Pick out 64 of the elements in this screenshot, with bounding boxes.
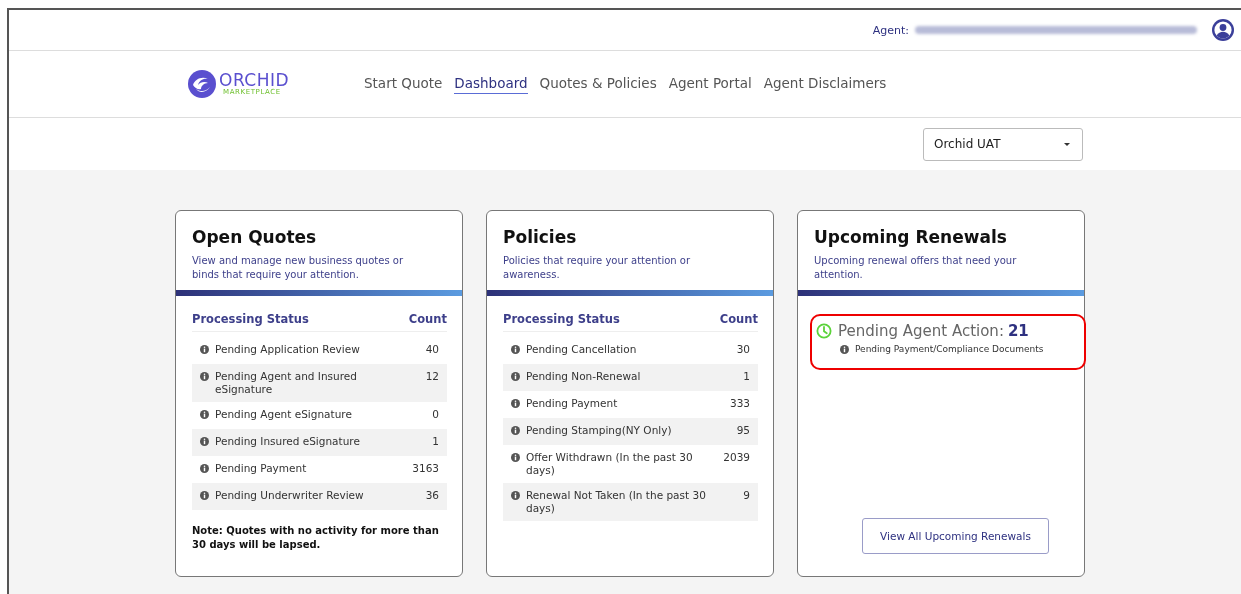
status-count: 12 xyxy=(424,370,439,383)
caret-icon xyxy=(1064,142,1070,146)
info-icon xyxy=(511,491,520,500)
status-count: 3163 xyxy=(411,462,439,475)
info-icon xyxy=(200,372,209,381)
view-all-button[interactable]: View All Upcoming Renewals xyxy=(862,518,1049,554)
status-count: 1 xyxy=(431,435,439,448)
info-icon xyxy=(840,344,849,354)
user-icon[interactable] xyxy=(1211,18,1235,42)
environment-select[interactable]: Orchid UAT xyxy=(923,127,1083,161)
info-icon xyxy=(511,399,520,408)
action-label: Pending Agent Action: xyxy=(838,322,1004,340)
nav-link[interactable]: Quotes & Policies xyxy=(539,74,657,94)
action-count: 21 xyxy=(1007,322,1029,340)
status-count: 40 xyxy=(424,343,439,356)
info-icon xyxy=(200,491,209,500)
note-text: Note: Quotes with no activity for more than 30 days will be lapsed. xyxy=(192,524,440,552)
card-title: Upcoming Renewals xyxy=(814,227,1008,247)
status-label: Pending Non-Renewal xyxy=(526,370,642,383)
status-label: Renewal Not Taken (In the past 30 days) xyxy=(526,489,707,515)
info-icon xyxy=(511,426,520,435)
card-description: Policies that require your attention or awareness. xyxy=(503,254,692,282)
status-count: 333 xyxy=(728,397,750,410)
status-count: 95 xyxy=(735,424,750,437)
info-icon xyxy=(200,345,209,354)
status-count: 30 xyxy=(735,343,750,356)
status-count: 1 xyxy=(742,370,750,383)
nav-link[interactable]: Agent Disclaimers xyxy=(763,74,887,94)
info-icon xyxy=(511,453,520,462)
column-header: Processing Status xyxy=(192,312,309,326)
info-icon xyxy=(200,464,209,473)
status-label: Pending Agent and Insured eSignature xyxy=(215,370,358,396)
status-label: Pending Payment xyxy=(215,462,308,475)
card-description: Upcoming renewal offers that need your attention. xyxy=(814,254,1018,282)
agent-label: Agent: xyxy=(872,23,909,37)
status-label: Pending Agent eSignature xyxy=(215,408,353,421)
info-icon xyxy=(511,345,520,354)
nav-link[interactable]: Agent Portal xyxy=(668,74,752,94)
status-count: 9 xyxy=(742,489,750,502)
orchid-logo-icon xyxy=(187,69,217,99)
nav-link[interactable]: Dashboard xyxy=(454,74,528,94)
status-label: Pending Stamping(NY Only) xyxy=(526,424,673,437)
nav-link[interactable]: Start Quote xyxy=(364,74,443,94)
column-header: Processing Status xyxy=(503,312,620,326)
info-icon xyxy=(511,372,520,381)
column-header: Count xyxy=(719,312,758,326)
card-description: View and manage new business quotes or binds that require your attention. xyxy=(192,254,405,282)
card-title: Policies xyxy=(503,227,578,247)
info-icon xyxy=(200,410,209,419)
info-icon xyxy=(200,437,209,446)
status-count: 36 xyxy=(424,489,439,502)
status-label: Offer Withdrawn (In the past 30 days) xyxy=(526,451,694,477)
status-count: 0 xyxy=(431,408,439,421)
status-label: Pending Insured eSignature xyxy=(215,435,361,448)
detail-text: Pending Payment/Compliance Documents xyxy=(855,344,1044,354)
status-label: Pending Cancellation xyxy=(526,343,638,356)
card-title: Open Quotes xyxy=(192,227,318,247)
column-header: Count xyxy=(408,312,447,326)
status-label: Pending Payment xyxy=(526,397,619,410)
status-count: 2039 xyxy=(722,451,750,464)
status-label: Pending Application Review xyxy=(215,343,361,356)
clock-icon xyxy=(816,323,832,339)
brand-name: ORCHID xyxy=(219,72,290,89)
status-label: Pending Underwriter Review xyxy=(215,489,365,502)
